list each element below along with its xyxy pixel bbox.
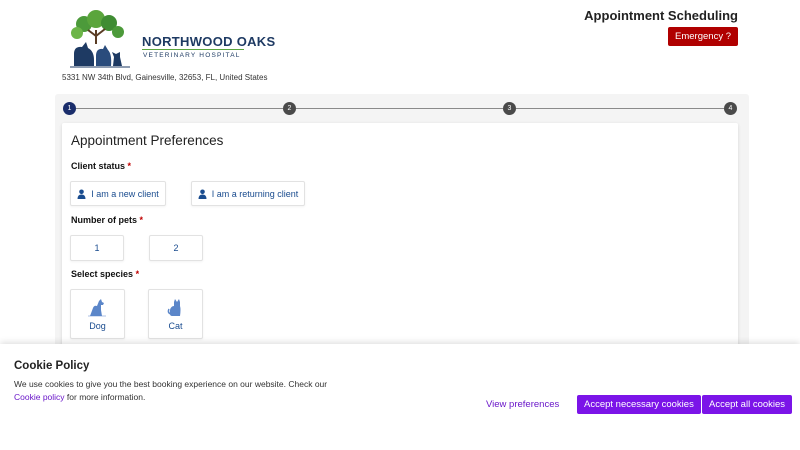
cookie-banner: Cookie Policy We use cookies to give you… <box>0 344 800 450</box>
dog-icon <box>87 299 106 317</box>
accept-necessary-cookies-button[interactable]: Accept necessary cookies <box>577 395 701 414</box>
pets-count-option-1[interactable]: 1 <box>70 235 124 261</box>
cat-icon <box>167 299 180 316</box>
step-3[interactable]: 3 <box>503 102 516 115</box>
required-mark: * <box>127 161 132 171</box>
page-title: Appointment Scheduling <box>584 8 738 23</box>
returning-client-option[interactable]: I am a returning client <box>191 181 305 206</box>
step-connector <box>516 108 724 109</box>
cookie-description-cont: Cookie policy for more information. <box>14 392 146 402</box>
clinic-subtitle: VETERINARY HOSPITAL <box>143 52 241 59</box>
user-icon <box>77 189 86 199</box>
cookie-description: We use cookies to give you the best book… <box>14 379 328 389</box>
cookie-policy-link[interactable]: Cookie policy <box>14 392 65 402</box>
emergency-button[interactable]: Emergency ? <box>668 27 738 46</box>
option-label: I am a returning client <box>211 188 299 199</box>
select-species-label: Select species * <box>71 269 140 279</box>
header: NORTHWOOD OAKS VETERINARY HOSPITAL 5331 … <box>0 0 800 90</box>
species-option-cat[interactable]: Cat <box>148 289 203 339</box>
option-label: I am a new client <box>91 188 159 199</box>
clinic-logo[interactable]: NORTHWOOD OAKS VETERINARY HOSPITAL <box>66 10 275 70</box>
step-connector <box>296 108 503 109</box>
accept-all-cookies-button[interactable]: Accept all cookies <box>702 395 793 414</box>
tree-pets-logo-icon <box>70 10 130 68</box>
appointment-preferences-card: Appointment Preferences Client status * … <box>62 123 738 348</box>
pets-count-option-2[interactable]: 2 <box>149 235 203 261</box>
logo-divider <box>142 49 244 50</box>
required-mark: * <box>139 215 144 225</box>
step-connector <box>76 108 283 109</box>
user-icon <box>198 189 207 199</box>
number-of-pets-label: Number of pets * <box>71 215 144 225</box>
new-client-option[interactable]: I am a new client <box>70 181 166 206</box>
step-2[interactable]: 2 <box>283 102 296 115</box>
progress-stepper: 1 2 3 4 <box>63 102 737 116</box>
cookie-title: Cookie Policy <box>14 360 90 372</box>
option-label: Dog <box>89 321 106 331</box>
view-preferences-button[interactable]: View preferences <box>479 395 566 414</box>
required-mark: * <box>135 269 140 279</box>
section-title: Appointment Preferences <box>71 133 224 148</box>
step-4[interactable]: 4 <box>724 102 737 115</box>
client-status-label: Client status * <box>71 161 132 171</box>
option-label: Cat <box>168 321 183 331</box>
species-option-dog[interactable]: Dog <box>70 289 125 339</box>
clinic-address: 5331 NW 34th Blvd, Gainesville, 32653, F… <box>62 73 268 82</box>
step-1[interactable]: 1 <box>63 102 76 115</box>
clinic-name: NORTHWOOD OAKS <box>142 34 276 49</box>
